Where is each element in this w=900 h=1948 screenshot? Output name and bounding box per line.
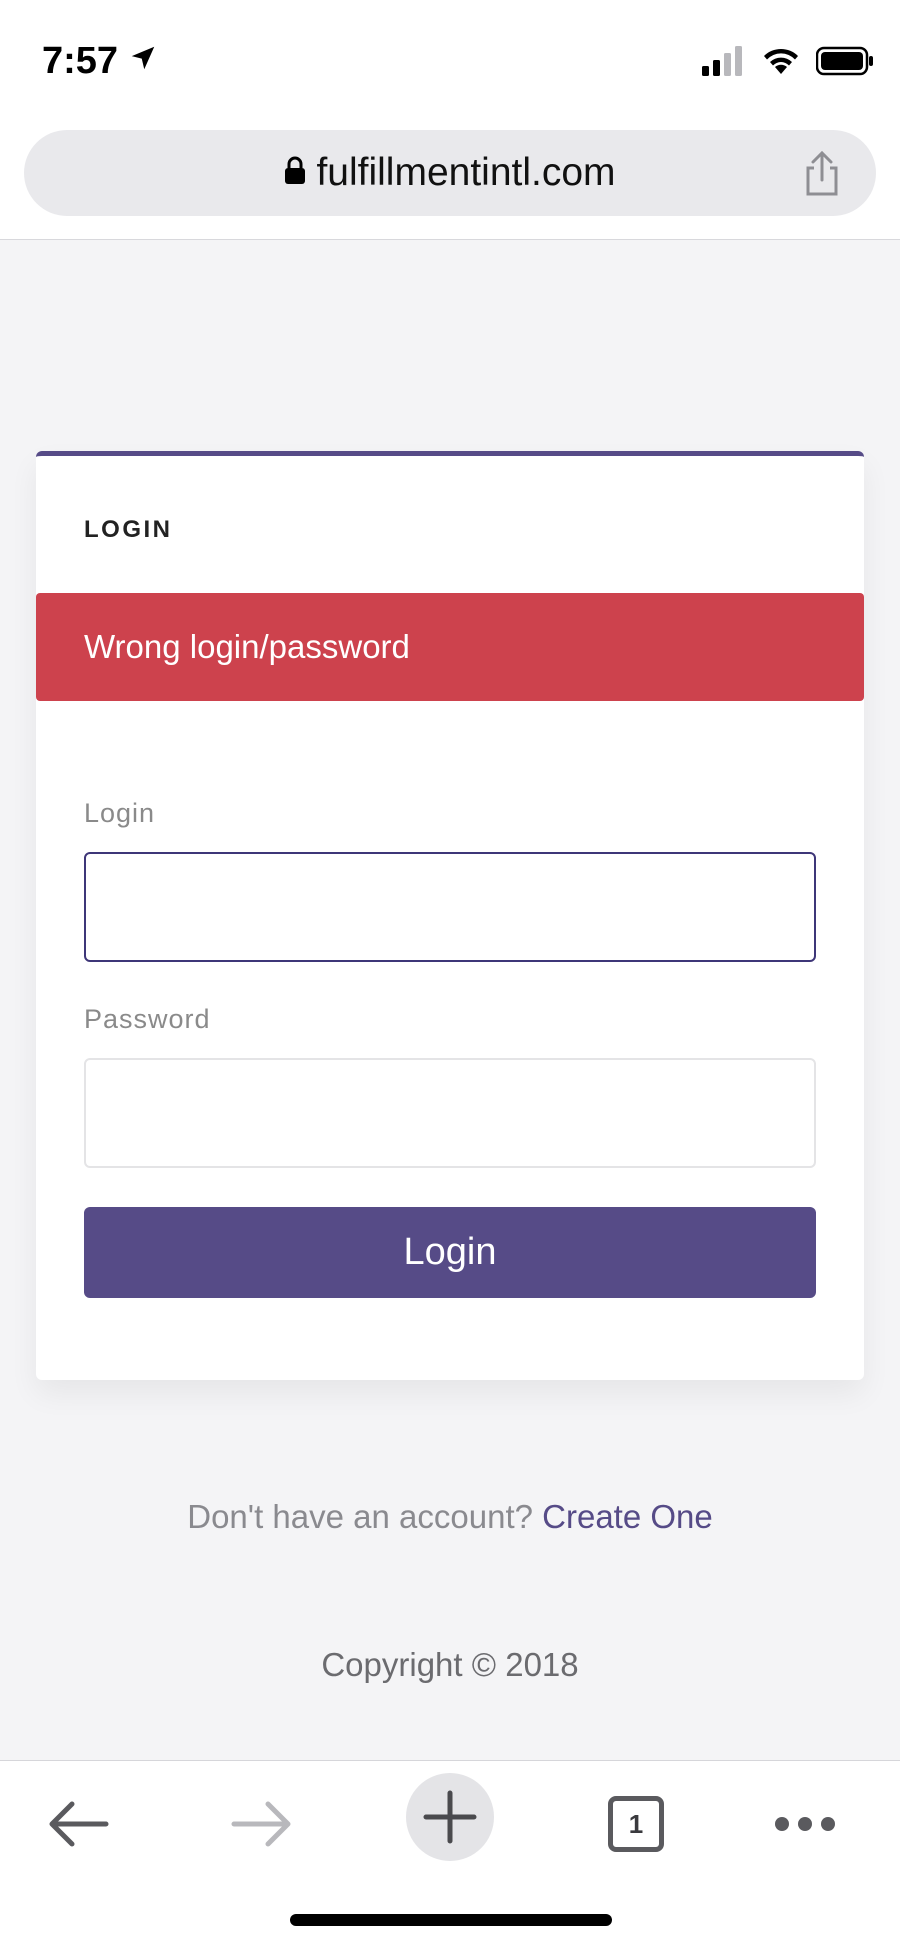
address-bar[interactable]: fulfillmentintl.com xyxy=(24,130,876,216)
signup-prompt: Don't have an account? xyxy=(187,1498,533,1535)
forward-icon[interactable] xyxy=(224,1789,300,1859)
status-bar: 7:57 xyxy=(0,0,900,122)
url-text: fulfillmentintl.com xyxy=(316,151,616,194)
status-icons xyxy=(702,46,874,81)
login-card: LOGIN Wrong login/password Login Passwor… xyxy=(36,451,864,1380)
lock-icon xyxy=(284,151,306,195)
cellular-signal-icon xyxy=(702,46,746,81)
login-field-label: Login xyxy=(84,798,156,828)
login-button[interactable]: Login xyxy=(84,1207,816,1298)
card-title: LOGIN xyxy=(84,516,173,543)
error-alert: Wrong login/password xyxy=(36,593,864,701)
url-display[interactable]: fulfillmentintl.com xyxy=(284,151,616,195)
login-input[interactable] xyxy=(84,852,816,962)
signup-prompt-line: Don't have an account? Create One xyxy=(0,1498,900,1536)
new-tab-icon[interactable] xyxy=(406,1773,494,1861)
copyright-text: Copyright © 2018 xyxy=(321,1646,579,1683)
battery-icon xyxy=(815,46,874,81)
home-indicator[interactable] xyxy=(290,1914,612,1926)
status-time: 7:57 xyxy=(42,40,158,83)
tabs-icon[interactable]: 1 xyxy=(606,1789,666,1859)
share-icon[interactable] xyxy=(800,150,844,198)
tab-count: 1 xyxy=(608,1796,664,1852)
more-icon[interactable] xyxy=(770,1789,840,1859)
wifi-icon xyxy=(762,46,800,81)
back-icon[interactable] xyxy=(40,1789,116,1859)
password-input[interactable] xyxy=(84,1058,816,1168)
clock-time: 7:57 xyxy=(42,40,119,82)
location-arrow-icon xyxy=(128,40,158,83)
error-message: Wrong login/password xyxy=(84,628,410,665)
create-account-link[interactable]: Create One xyxy=(542,1498,713,1535)
password-field-label: Password xyxy=(84,1004,211,1034)
browser-address-area: fulfillmentintl.com xyxy=(0,122,900,240)
